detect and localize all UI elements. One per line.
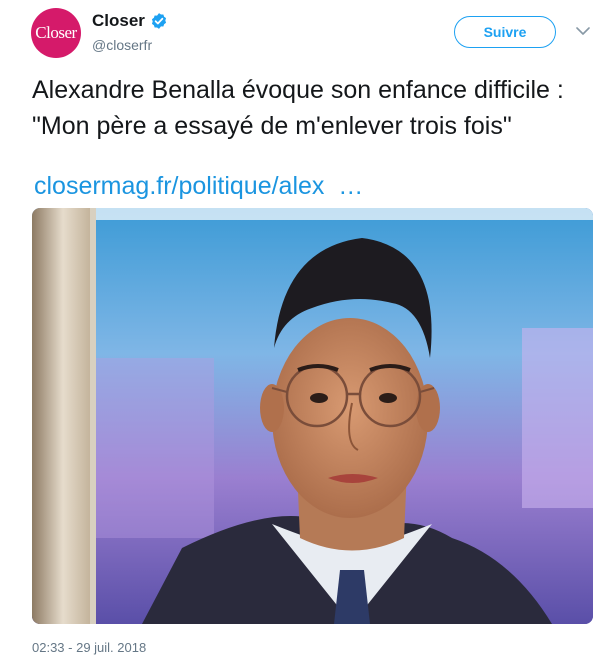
verified-badge-icon <box>151 13 166 29</box>
tweet-photo[interactable] <box>32 208 593 624</box>
avatar-logo-text: Closer <box>35 23 77 42</box>
tweet-link[interactable]: closermag.fr/politique/alex … <box>34 170 363 202</box>
photo-illustration <box>32 208 593 624</box>
chevron-down-icon[interactable] <box>576 26 590 36</box>
tweet-text: Alexandre Benalla évoque son enfance dif… <box>32 76 564 140</box>
follow-button[interactable]: Suivre <box>454 16 556 48</box>
tweet-timestamp[interactable]: 02:33 - 29 juil. 2018 <box>32 640 146 655</box>
display-name[interactable]: Closer <box>92 11 145 31</box>
account-handle[interactable]: @closerfr <box>92 37 152 53</box>
avatar[interactable]: Closer <box>31 8 81 58</box>
account-name-row: Closer <box>92 11 168 31</box>
